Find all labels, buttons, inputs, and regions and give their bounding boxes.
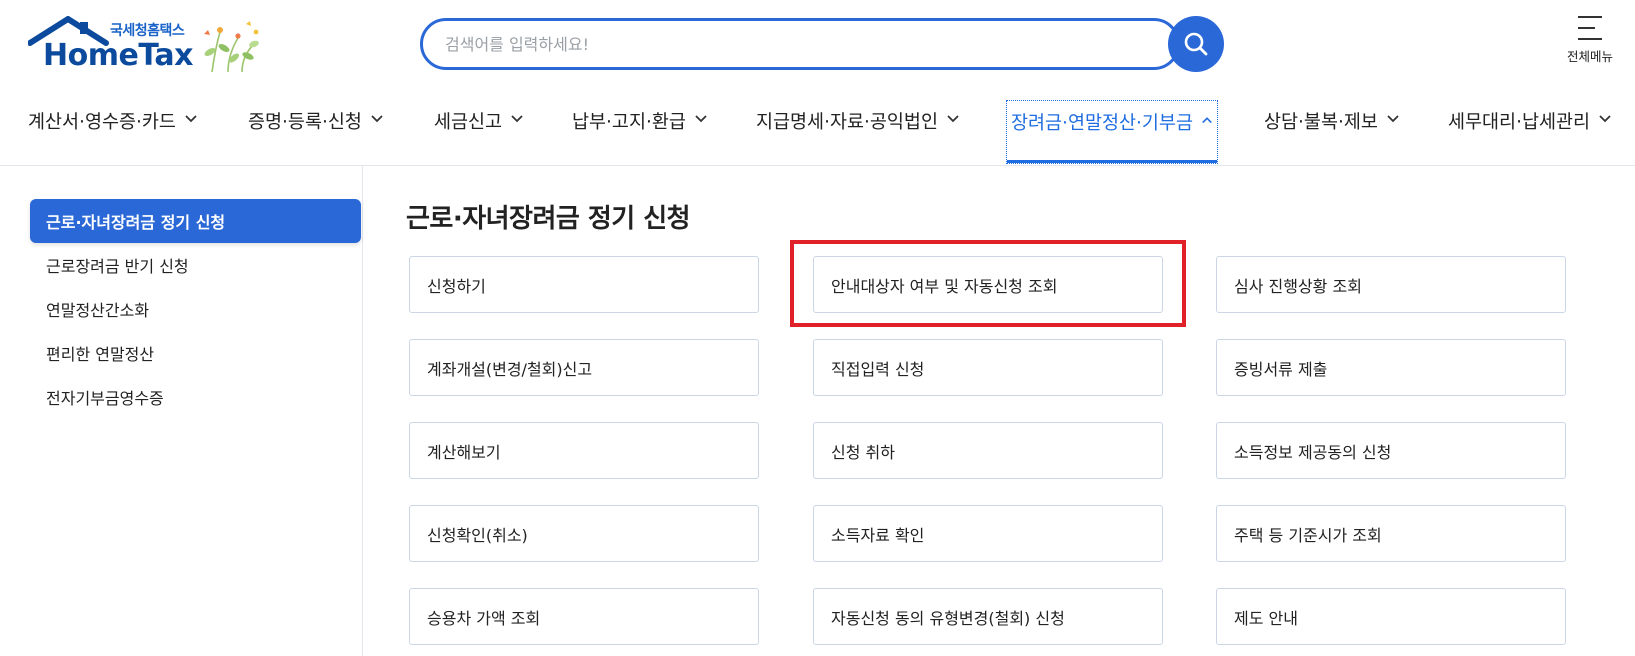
nav-label: 증명·등록·신청 (248, 112, 362, 133)
search-button[interactable] (1168, 16, 1224, 72)
nav-tax-filing[interactable]: 세금신고 (434, 100, 524, 164)
nav-label: 세금신고 (434, 112, 503, 133)
sidebar-item-label: 전자기부금영수증 (46, 389, 164, 408)
flower-decoration-icon (204, 21, 259, 73)
card-eligibility-auto-apply-inquiry[interactable]: 안내대상자 여부 및 자동신청 조회 (813, 256, 1163, 313)
sidebar-item-convenient-yearend[interactable]: 편리한 연말정산 (30, 331, 361, 375)
sidebar-item-label: 연말정산간소화 (46, 301, 150, 320)
logo-subtitle: 국세청홈택스 (110, 23, 185, 39)
card-program-guide[interactable]: 제도 안내 (1216, 588, 1566, 645)
card-label: 주택 등 기준시가 조회 (1234, 525, 1382, 545)
nav-payment-notice-refund[interactable]: 납부·고지·환급 (572, 100, 708, 164)
nav-incentive-yearend-donation[interactable]: 장려금·연말정산·기부금 (1006, 100, 1218, 164)
card-auto-apply-consent-change[interactable]: 자동신청 동의 유형변경(철회) 신청 (813, 588, 1163, 645)
card-confirm-cancel-application[interactable]: 신청확인(취소) (409, 505, 759, 562)
sidebar-item-e-donation-receipt[interactable]: 전자기부금영수증 (30, 375, 361, 419)
card-income-data-check[interactable]: 소득자료 확인 (813, 505, 1163, 562)
hometax-logo[interactable]: 국세청홈택스 HomeTax (28, 16, 268, 76)
sidebar-item-half-year-application[interactable]: 근로장려금 반기 신청 (30, 243, 361, 287)
all-menu-label: 전체메뉴 (1566, 49, 1613, 64)
card-housing-standard-price[interactable]: 주택 등 기준시가 조회 (1216, 505, 1566, 562)
sidebar-item-regular-application[interactable]: 근로·자녀장려금 정기 신청 (30, 199, 361, 243)
search-input[interactable] (420, 18, 1180, 70)
all-menu-button[interactable]: 전체메뉴 (1552, 14, 1628, 74)
card-label: 소득정보 제공동의 신청 (1234, 442, 1392, 462)
nav-invoice-receipt-card[interactable]: 계산서·영수증·카드 (28, 100, 198, 164)
chevron-down-icon (371, 115, 383, 123)
sidebar: 근로·자녀장려금 정기 신청 근로장려금 반기 신청 연말정산간소화 편리한 연… (0, 166, 363, 656)
chevron-up-icon (1202, 117, 1212, 124)
nav-label: 지급명세·자료·공익법인 (756, 112, 938, 133)
card-label: 승용차 가액 조회 (427, 608, 541, 628)
card-apply[interactable]: 신청하기 (409, 256, 759, 313)
sidebar-item-label: 근로장려금 반기 신청 (46, 257, 189, 276)
nav-label: 계산서·영수증·카드 (28, 112, 176, 133)
card-label: 신청확인(취소) (427, 525, 528, 545)
card-label: 제도 안내 (1234, 608, 1298, 628)
nav-label: 상담·불복·제보 (1264, 112, 1378, 133)
sidebar-item-label: 편리한 연말정산 (46, 345, 155, 364)
card-direct-input-apply[interactable]: 직접입력 신청 (813, 339, 1163, 396)
nav-consult-appeal-report[interactable]: 상담·불복·제보 (1264, 100, 1400, 164)
card-account-report[interactable]: 계좌개설(변경/철회)신고 (409, 339, 759, 396)
nav-label: 세무대리·납세관리 (1448, 112, 1591, 133)
card-review-progress-inquiry[interactable]: 심사 진행상황 조회 (1216, 256, 1566, 313)
sidebar-item-label: 근로·자녀장려금 정기 신청 (46, 213, 226, 232)
nav-payment-statement-data[interactable]: 지급명세·자료·공익법인 (756, 100, 960, 164)
nav-certificate-registration[interactable]: 증명·등록·신청 (248, 100, 384, 164)
nav-label: 장려금·연말정산·기부금 (1011, 113, 1193, 134)
nav-tax-agent-management[interactable]: 세무대리·납세관리 (1448, 100, 1612, 164)
card-label: 자동신청 동의 유형변경(철회) 신청 (831, 608, 1065, 628)
chevron-down-icon (511, 115, 523, 123)
chevron-down-icon (947, 115, 959, 123)
main-navigation: 계산서·영수증·카드 증명·등록·신청 세금신고 납부·고지·환급 지급명세·자… (0, 100, 1635, 164)
hamburger-menu-icon (1578, 16, 1602, 40)
logo-title: HomeTax (43, 38, 194, 73)
card-label: 직접입력 신청 (831, 359, 925, 379)
card-label: 소득자료 확인 (831, 525, 925, 545)
card-label: 심사 진행상황 조회 (1234, 276, 1362, 296)
sidebar-item-yearend-simplified[interactable]: 연말정산간소화 (30, 287, 361, 331)
card-submit-documents[interactable]: 증빙서류 제출 (1216, 339, 1566, 396)
card-calculator[interactable]: 계산해보기 (409, 422, 759, 479)
card-label: 신청하기 (427, 276, 486, 296)
header: 국세청홈택스 HomeTax 전체메뉴 (0, 0, 1635, 166)
card-label: 계산해보기 (427, 442, 501, 462)
card-label: 계좌개설(변경/철회)신고 (427, 359, 593, 379)
card-label: 신청 취하 (831, 442, 895, 462)
search-icon (1184, 32, 1208, 56)
nav-label: 납부·고지·환급 (572, 112, 686, 133)
chevron-down-icon (185, 115, 197, 123)
chevron-down-icon (1599, 115, 1611, 123)
chevron-down-icon (1387, 115, 1399, 123)
card-car-value-inquiry[interactable]: 승용차 가액 조회 (409, 588, 759, 645)
card-income-info-consent[interactable]: 소득정보 제공동의 신청 (1216, 422, 1566, 479)
card-withdraw-application[interactable]: 신청 취하 (813, 422, 1163, 479)
chevron-down-icon (695, 115, 707, 123)
page-title: 근로·자녀장려금 정기 신청 (406, 204, 691, 234)
card-label: 안내대상자 여부 및 자동신청 조회 (831, 276, 1058, 296)
card-label: 증빙서류 제출 (1234, 359, 1328, 379)
